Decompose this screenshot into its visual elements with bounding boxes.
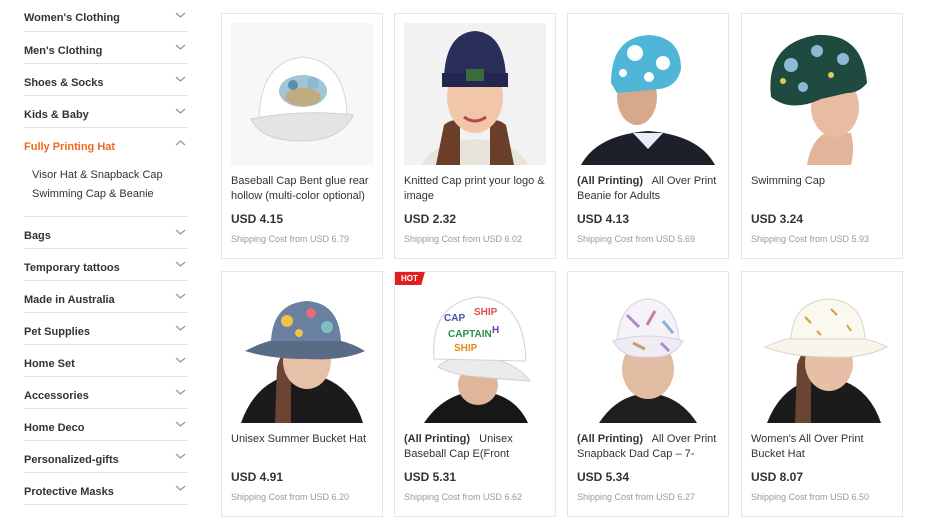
- product-image[interactable]: [231, 23, 373, 165]
- product-price: USD 2.32: [404, 212, 457, 226]
- category-label: Made in Australia: [24, 294, 115, 306]
- category-bags[interactable]: Bags: [24, 217, 188, 249]
- subcategory-swimming-beanie[interactable]: Swimming Cap & Beanie: [32, 185, 188, 204]
- chevron-down-icon[interactable]: [175, 452, 186, 460]
- product-image[interactable]: [231, 281, 373, 423]
- category-label: Temporary tattoos: [24, 262, 120, 274]
- product-title[interactable]: Swimming Cap: [751, 174, 894, 204]
- product-image[interactable]: [404, 23, 546, 165]
- category-temporary-tattoos[interactable]: Temporary tattoos: [24, 249, 188, 281]
- category-made-in-australia[interactable]: Made in Australia: [24, 281, 188, 313]
- category-label: Kids & Baby: [24, 109, 89, 121]
- subcategory-visor-snapback[interactable]: Visor Hat & Snapback Cap: [32, 166, 188, 185]
- product-price: USD 8.07: [751, 470, 804, 484]
- product-price: USD 5.31: [404, 470, 457, 484]
- product-title[interactable]: (All Printing) Unisex Baseball Cap E(Fro…: [404, 432, 547, 462]
- product-price: USD 3.24: [751, 212, 804, 226]
- product-price: USD 4.13: [577, 212, 630, 226]
- product-tag: (All Printing): [404, 433, 470, 445]
- product-card-unisex-baseball-cap[interactable]: CAP SHIP CAPTAIN H SHIP HOT (All Printin…: [394, 271, 556, 517]
- category-label: Pet Supplies: [24, 326, 91, 338]
- chevron-up-icon[interactable]: [175, 139, 186, 147]
- svg-text:CAP: CAP: [444, 313, 465, 324]
- category-label: Protective Masks: [24, 486, 114, 498]
- svg-text:CAPTAIN: CAPTAIN: [448, 329, 492, 340]
- product-title[interactable]: (All Printing) All Over Print Beanie for…: [577, 174, 720, 204]
- product-card-bucket-hat[interactable]: Unisex Summer Bucket Hat USD 4.91 Shippi…: [221, 271, 383, 517]
- category-personalized-gifts[interactable]: Personalized-gifts: [24, 441, 188, 473]
- product-card-knitted-cap[interactable]: Knitted Cap print your logo & image USD …: [394, 13, 556, 259]
- chevron-down-icon[interactable]: [175, 11, 186, 19]
- product-shipping: Shipping Cost from USD 6.50: [751, 492, 870, 502]
- product-shipping: Shipping Cost from USD 5.93: [751, 234, 870, 244]
- svg-text:H: H: [492, 325, 499, 336]
- product-image[interactable]: [577, 281, 719, 423]
- product-card-beanie[interactable]: (All Printing) All Over Print Beanie for…: [567, 13, 729, 259]
- product-price: USD 4.15: [231, 212, 284, 226]
- product-image[interactable]: [577, 23, 719, 165]
- product-title[interactable]: Baseball Cap Bent glue rear hollow (mult…: [231, 174, 374, 204]
- category-mens-clothing[interactable]: Men's Clothing: [24, 32, 188, 64]
- chevron-down-icon[interactable]: [175, 260, 186, 268]
- category-accessories[interactable]: Accessories: [24, 377, 188, 409]
- hot-badge: HOT: [395, 272, 425, 285]
- product-shipping: Shipping Cost from USD 5.69: [577, 234, 696, 244]
- category-label: Fully Printing Hat: [24, 141, 116, 153]
- category-label: Home Set: [24, 358, 75, 370]
- category-womens-clothing[interactable]: Women's Clothing: [24, 0, 188, 32]
- category-fully-printing-hat[interactable]: Fully Printing Hat: [24, 128, 188, 160]
- chevron-down-icon[interactable]: [175, 356, 186, 364]
- chevron-down-icon[interactable]: [175, 75, 186, 83]
- product-card-swimming-cap[interactable]: Swimming Cap USD 3.24 Shipping Cost from…: [741, 13, 903, 259]
- product-price: USD 4.91: [231, 470, 284, 484]
- product-tag: (All Printing): [577, 175, 643, 187]
- product-shipping: Shipping Cost from USD 6.27: [577, 492, 696, 502]
- product-tag: (All Printing): [577, 433, 643, 445]
- chevron-down-icon[interactable]: [175, 228, 186, 236]
- category-label: Home Deco: [24, 422, 85, 434]
- subcategory-list: Visor Hat & Snapback Cap Swimming Cap & …: [24, 160, 188, 217]
- product-shipping: Shipping Cost from USD 6.02: [404, 234, 523, 244]
- category-sidebar: Women's Clothing Men's Clothing Shoes & …: [24, 0, 188, 505]
- category-label: Bags: [24, 230, 51, 242]
- product-card-snapback-dad-cap[interactable]: (All Printing) All Over Print Snapback D…: [567, 271, 729, 517]
- product-price: USD 5.34: [577, 470, 630, 484]
- product-image[interactable]: [751, 281, 893, 423]
- product-card-baseball-cap[interactable]: Baseball Cap Bent glue rear hollow (mult…: [221, 13, 383, 259]
- svg-text:SHIP: SHIP: [454, 343, 478, 354]
- chevron-down-icon[interactable]: [175, 107, 186, 115]
- chevron-down-icon[interactable]: [175, 388, 186, 396]
- product-image[interactable]: CAP SHIP CAPTAIN H SHIP: [404, 281, 546, 423]
- category-pet-supplies[interactable]: Pet Supplies: [24, 313, 188, 345]
- chevron-down-icon[interactable]: [175, 324, 186, 332]
- chevron-down-icon[interactable]: [175, 43, 186, 51]
- category-label: Women's Clothing: [24, 12, 120, 24]
- product-title[interactable]: (All Printing) All Over Print Snapback D…: [577, 432, 720, 462]
- category-label: Accessories: [24, 390, 89, 402]
- product-shipping: Shipping Cost from USD 6.62: [404, 492, 523, 502]
- category-label: Men's Clothing: [24, 45, 103, 57]
- category-home-deco[interactable]: Home Deco: [24, 409, 188, 441]
- product-image[interactable]: [751, 23, 893, 165]
- product-title[interactable]: Knitted Cap print your logo & image: [404, 174, 547, 204]
- product-title[interactable]: Women's All Over Print Bucket Hat: [751, 432, 894, 462]
- category-kids-baby[interactable]: Kids & Baby: [24, 96, 188, 128]
- category-label: Personalized-gifts: [24, 454, 119, 466]
- category-home-set[interactable]: Home Set: [24, 345, 188, 377]
- product-shipping: Shipping Cost from USD 6.79: [231, 234, 350, 244]
- product-title[interactable]: Unisex Summer Bucket Hat: [231, 432, 374, 462]
- category-label: Shoes & Socks: [24, 77, 104, 89]
- svg-text:SHIP: SHIP: [474, 307, 498, 318]
- chevron-down-icon[interactable]: [175, 420, 186, 428]
- product-card-womens-bucket-hat[interactable]: Women's All Over Print Bucket Hat USD 8.…: [741, 271, 903, 517]
- category-protective-masks[interactable]: Protective Masks: [24, 473, 188, 505]
- category-shoes-socks[interactable]: Shoes & Socks: [24, 64, 188, 96]
- product-shipping: Shipping Cost from USD 6.20: [231, 492, 350, 502]
- chevron-down-icon[interactable]: [175, 292, 186, 300]
- chevron-down-icon[interactable]: [175, 484, 186, 492]
